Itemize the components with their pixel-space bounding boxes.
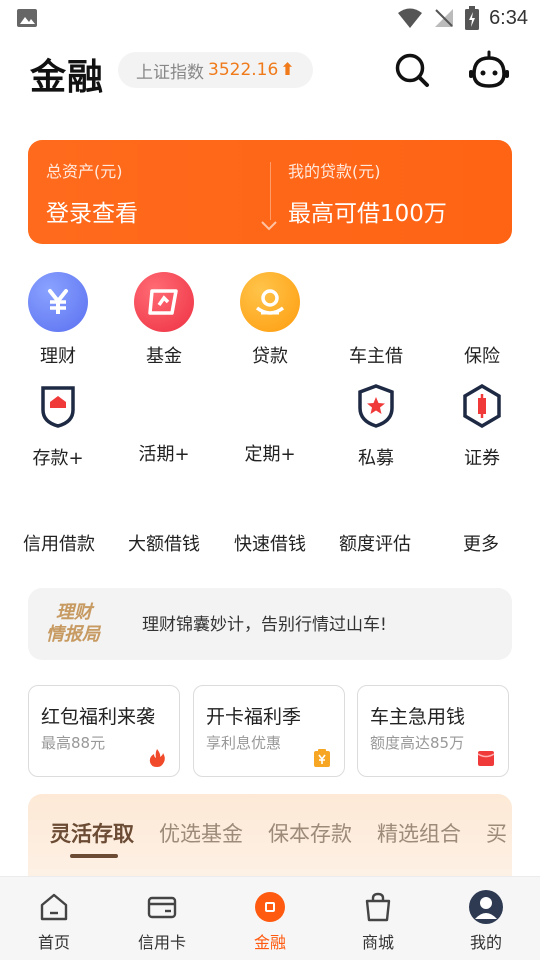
status-bar: 6:34 (0, 0, 540, 36)
grid-label: 保险 (464, 346, 500, 367)
robot-assistant-icon[interactable] (468, 50, 510, 90)
private-equity-shield-icon (358, 384, 394, 428)
securities-hexagon-icon (463, 383, 501, 429)
bottom-nav: 首页 信用卡 金融 商城 我的 (0, 876, 540, 960)
yuan-tag-icon (314, 749, 330, 767)
promo-title: 开卡福利季 (206, 706, 302, 728)
grid-item-wealth[interactable]: 理财 (10, 272, 106, 368)
index-up-arrow-icon: ⬆ (280, 60, 295, 80)
stock-index-pill[interactable]: 上证指数 3522.16 ⬆ (118, 52, 313, 88)
loan-link-more[interactable]: 更多 (463, 530, 499, 556)
avatar-icon (469, 890, 503, 924)
gallery-notification-icon (17, 9, 37, 27)
grid-label: 定期+ (244, 444, 296, 465)
search-icon[interactable] (392, 50, 432, 90)
total-assets-section[interactable]: 总资产(元) 登录查看 (46, 158, 138, 228)
grid-item-insurance[interactable]: 保险 (434, 342, 530, 368)
grid-label: 私募 (358, 448, 394, 469)
status-time: 6:34 (489, 6, 528, 29)
card-divider (270, 162, 271, 220)
battery-charging-icon (465, 6, 480, 30)
total-assets-label: 总资产(元) (46, 162, 123, 181)
wealth-news-banner[interactable]: 理财 情报局 理财锦囊妙计，告别行情过山车! (28, 588, 512, 660)
news-text: 理财锦囊妙计，告别行情过山车! (142, 615, 387, 635)
nav-mine[interactable]: 我的 (446, 889, 526, 953)
tab-buy[interactable]: 买 (486, 818, 507, 848)
promo-subtitle: 最高88元 (41, 734, 106, 752)
promo-subtitle: 额度高达85万 (370, 734, 465, 752)
tab-principal-protected[interactable]: 保本存款 (268, 818, 352, 848)
deposit-shield-icon (41, 386, 75, 428)
nav-label: 信用卡 (137, 933, 186, 952)
product-tabs: 灵活存取 优选基金 保本存款 精选组合 买 (28, 794, 512, 884)
grid-label: 存款+ (32, 448, 84, 469)
login-to-view-link[interactable]: 登录查看 (46, 194, 138, 228)
loan-link-quick[interactable]: 快速借钱 (234, 530, 306, 556)
flame-icon (149, 749, 165, 767)
no-signal-icon (435, 9, 454, 27)
nav-mall[interactable]: 商城 (338, 889, 418, 953)
header: 金融 上证指数 3522.16 ⬆ (0, 44, 540, 100)
red-envelope-icon (477, 751, 495, 766)
grid-item-current-plus[interactable]: 活期+ (116, 440, 212, 466)
promo-title: 车主急用钱 (370, 706, 466, 728)
grid-label: 贷款 (252, 346, 288, 367)
tab-selected-portfolio[interactable]: 精选组合 (377, 818, 461, 848)
news-badge-line1: 理财 (56, 602, 92, 623)
home-icon (40, 893, 68, 921)
loan-link-credit-assessment[interactable]: 额度评估 (339, 530, 411, 556)
nav-finance[interactable]: 金融 (230, 889, 310, 953)
page-title: 金融 (30, 57, 105, 98)
promo-title: 红包福利来袭 (41, 706, 156, 728)
grid-item-car-loan[interactable]: 车主借 (328, 342, 424, 368)
nav-label: 首页 (37, 933, 70, 952)
fund-icon (134, 272, 194, 332)
grid-label: 基金 (146, 346, 182, 367)
loan-links-row: 信用借款 大额借钱 快速借钱 额度评估 更多 (0, 530, 540, 560)
grid-item-deposit-plus[interactable]: 存款+ (10, 384, 106, 470)
promo-card-open-card[interactable]: 开卡福利季 享利息优惠 (193, 685, 345, 777)
news-badge: 理财 情报局 (46, 602, 100, 646)
grid-label: 活期+ (138, 444, 190, 465)
max-loan-value: 最高可借100万 (288, 201, 447, 227)
promo-card-car-owner[interactable]: 车主急用钱 额度高达85万 (357, 685, 509, 777)
loan-link-credit[interactable]: 信用借款 (23, 530, 95, 556)
wifi-icon (398, 8, 423, 28)
tab-flexible-deposit[interactable]: 灵活存取 (50, 818, 134, 848)
nav-label: 商城 (361, 933, 394, 952)
promo-card-red-packet[interactable]: 红包福利来袭 最高88元 (28, 685, 180, 777)
my-loan-label: 我的贷款(元) (288, 162, 381, 181)
grid-item-fund[interactable]: 基金 (116, 272, 212, 368)
asset-card[interactable]: 总资产(元) 登录查看 我的贷款(元) 最高可借100万 (28, 140, 512, 244)
yuan-icon (28, 272, 88, 332)
card-icon (147, 896, 177, 919)
grid-label: 证券 (464, 448, 500, 469)
grid-label: 车主借 (349, 346, 403, 367)
nav-home[interactable]: 首页 (14, 889, 94, 953)
grid-item-loan[interactable]: 贷款 (222, 272, 318, 368)
loan-link-large-amount[interactable]: 大额借钱 (128, 530, 200, 556)
loan-icon (240, 272, 300, 332)
index-value: 3522.16 (208, 60, 279, 80)
chevron-down-icon[interactable] (260, 220, 278, 232)
index-label: 上证指数 (136, 62, 204, 83)
grid-item-private-equity[interactable]: 私募 (328, 384, 424, 470)
news-badge-line2: 情报局 (46, 624, 100, 645)
my-loan-section[interactable]: 我的贷款(元) 最高可借100万 (288, 158, 447, 228)
shopping-bag-icon (365, 892, 391, 922)
tab-selected-funds[interactable]: 优选基金 (159, 818, 243, 848)
grid-label: 理财 (40, 346, 76, 367)
nav-credit-card[interactable]: 信用卡 (122, 889, 202, 953)
active-tab-indicator (70, 854, 118, 858)
grid-item-securities[interactable]: 证券 (434, 383, 530, 470)
promo-subtitle: 享利息优惠 (206, 734, 282, 752)
nav-label: 我的 (469, 933, 502, 952)
nav-label: 金融 (253, 933, 286, 952)
grid-item-fixed-plus[interactable]: 定期+ (222, 440, 318, 466)
finance-icon (255, 892, 285, 922)
